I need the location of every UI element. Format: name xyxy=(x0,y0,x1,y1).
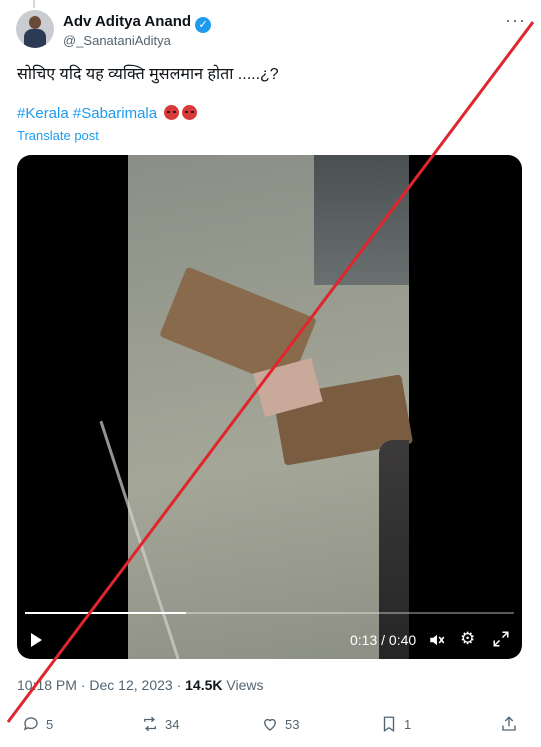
volume-icon[interactable] xyxy=(428,631,446,652)
share-icon xyxy=(502,716,516,731)
repost-icon xyxy=(144,716,156,732)
avatar-body xyxy=(24,29,46,48)
settings-gear-icon[interactable]: ⚙ xyxy=(460,629,475,649)
tweet-time[interactable]: 10:18 PM xyxy=(17,677,77,693)
like-count: 53 xyxy=(285,716,300,732)
tweet-text: सोचिए यदि यह व्यक्ति मुसलमान होता .....¿… xyxy=(17,66,279,83)
reply-icon xyxy=(23,717,38,731)
fullscreen-icon[interactable] xyxy=(492,630,510,653)
meta-separator: · xyxy=(80,677,86,693)
video-scene-wall xyxy=(314,155,409,285)
hashtag-sabarimala[interactable]: #Sabarimala xyxy=(73,105,157,122)
angry-face-icon xyxy=(182,105,198,120)
video-progress-bar[interactable] xyxy=(25,612,514,614)
more-options-icon[interactable]: ··· xyxy=(505,10,526,31)
video-time: 0:13 / 0:40 xyxy=(350,632,417,648)
repost-button[interactable]: 34 xyxy=(141,715,179,733)
reply-count: 5 xyxy=(46,716,54,732)
video-scene-person xyxy=(379,440,409,659)
hashtags: #Kerala #Sabarimala xyxy=(17,105,198,122)
avatar[interactable] xyxy=(16,10,54,48)
like-button[interactable]: 53 xyxy=(261,715,299,733)
video-player[interactable]: 0:13 / 0:40 ⚙ xyxy=(17,155,522,659)
video-scene-floor-line xyxy=(99,420,180,659)
author-name-row[interactable]: Adv Aditya Anand ✓ xyxy=(63,13,212,33)
video-progress-fill xyxy=(25,612,187,614)
bookmark-icon xyxy=(383,716,395,733)
heart-icon xyxy=(264,718,276,731)
reply-button[interactable]: 5 xyxy=(22,715,53,733)
thread-connector xyxy=(33,0,35,8)
hashtag-kerala[interactable]: #Kerala xyxy=(17,105,69,122)
meta-separator: · xyxy=(176,677,182,693)
author-handle[interactable]: @_SanataniAditya xyxy=(63,33,171,48)
video-frame xyxy=(99,155,414,659)
action-bar: 5 34 53 1 xyxy=(0,715,541,743)
author-name[interactable]: Adv Aditya Anand xyxy=(63,13,191,30)
play-icon[interactable] xyxy=(31,633,42,647)
translate-post-link[interactable]: Translate post xyxy=(17,128,99,143)
views-count: 14.5K xyxy=(185,677,223,693)
avatar-head xyxy=(29,16,41,29)
share-button[interactable] xyxy=(500,715,518,733)
tweet-meta: 10:18 PM · Dec 12, 2023 · 14.5K Views xyxy=(17,677,263,693)
tweet-date[interactable]: Dec 12, 2023 xyxy=(89,677,172,693)
views-label: Views xyxy=(226,677,264,693)
verified-badge-icon: ✓ xyxy=(195,17,212,33)
repost-count: 34 xyxy=(165,716,180,732)
angry-face-icon xyxy=(164,105,180,120)
bookmark-button[interactable]: 1 xyxy=(380,715,411,733)
bookmark-count: 1 xyxy=(404,716,412,732)
